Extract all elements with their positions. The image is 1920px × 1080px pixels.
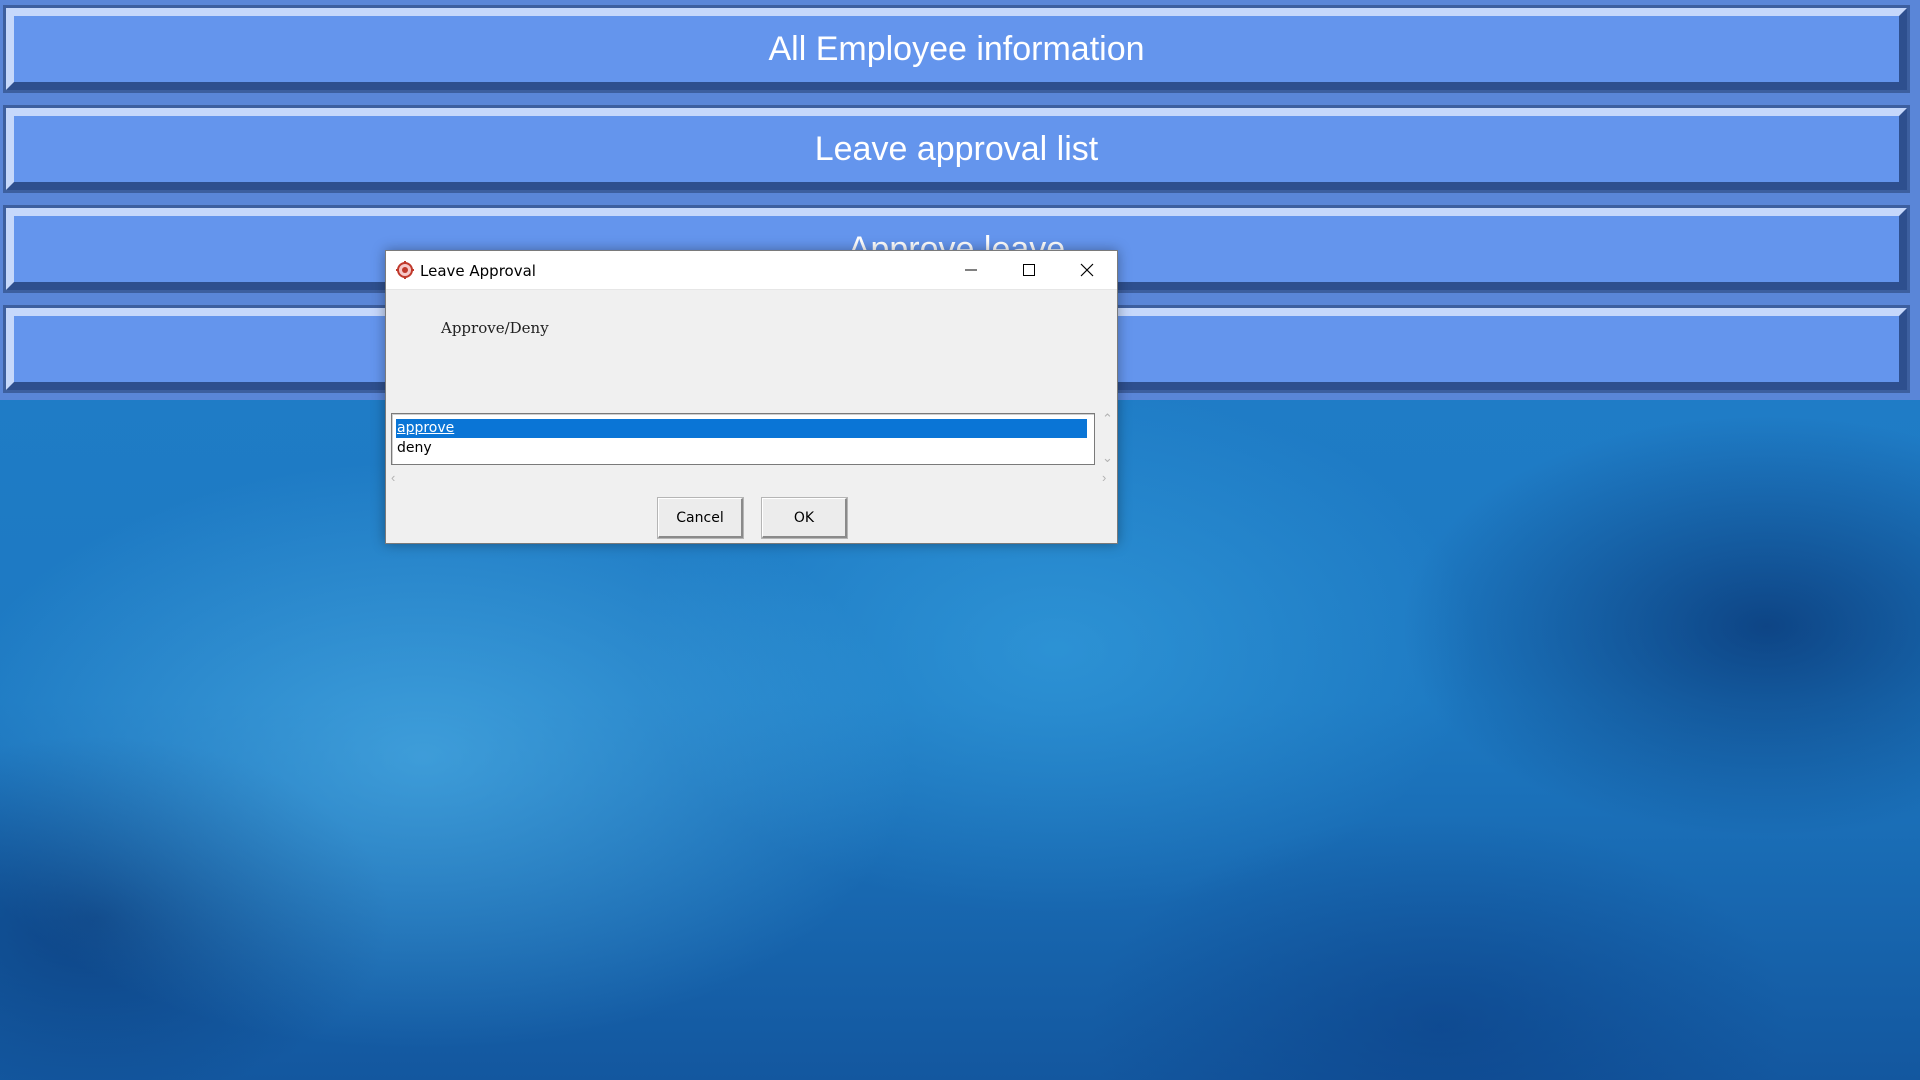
leave-approval-list-button[interactable]: Leave approval list: [3, 105, 1910, 193]
close-button[interactable]: [1058, 251, 1116, 289]
scroll-down-icon[interactable]: ⌄: [1102, 450, 1113, 466]
dialog-title: Leave Approval: [420, 262, 536, 280]
scroll-left-icon[interactable]: ‹: [391, 470, 395, 485]
minimize-button[interactable]: [942, 251, 1000, 289]
all-employee-information-button[interactable]: All Employee information: [3, 5, 1910, 93]
approval-options-list[interactable]: approve deny: [391, 413, 1095, 465]
scroll-right-icon[interactable]: ›: [1102, 470, 1106, 485]
cancel-button[interactable]: Cancel: [657, 497, 744, 539]
maximize-icon: [1023, 264, 1035, 276]
option-approve[interactable]: approve: [396, 419, 1087, 438]
maximize-button[interactable]: [1000, 251, 1058, 289]
java-app-icon: [396, 261, 414, 279]
scroll-up-icon[interactable]: ⌃: [1102, 411, 1113, 427]
close-icon: [1080, 263, 1094, 277]
dialog-prompt: Approve/Deny: [441, 319, 549, 337]
dialog-titlebar[interactable]: Leave Approval: [386, 251, 1117, 290]
option-deny[interactable]: deny: [396, 439, 1087, 458]
leave-approval-list-label: Leave approval list: [814, 130, 1099, 168]
all-employee-information-label: All Employee information: [768, 30, 1145, 68]
ok-button[interactable]: OK: [761, 497, 848, 539]
minimize-icon: [965, 269, 977, 271]
leave-approval-dialog: Leave Approval Approve/Deny approve deny…: [385, 250, 1118, 544]
